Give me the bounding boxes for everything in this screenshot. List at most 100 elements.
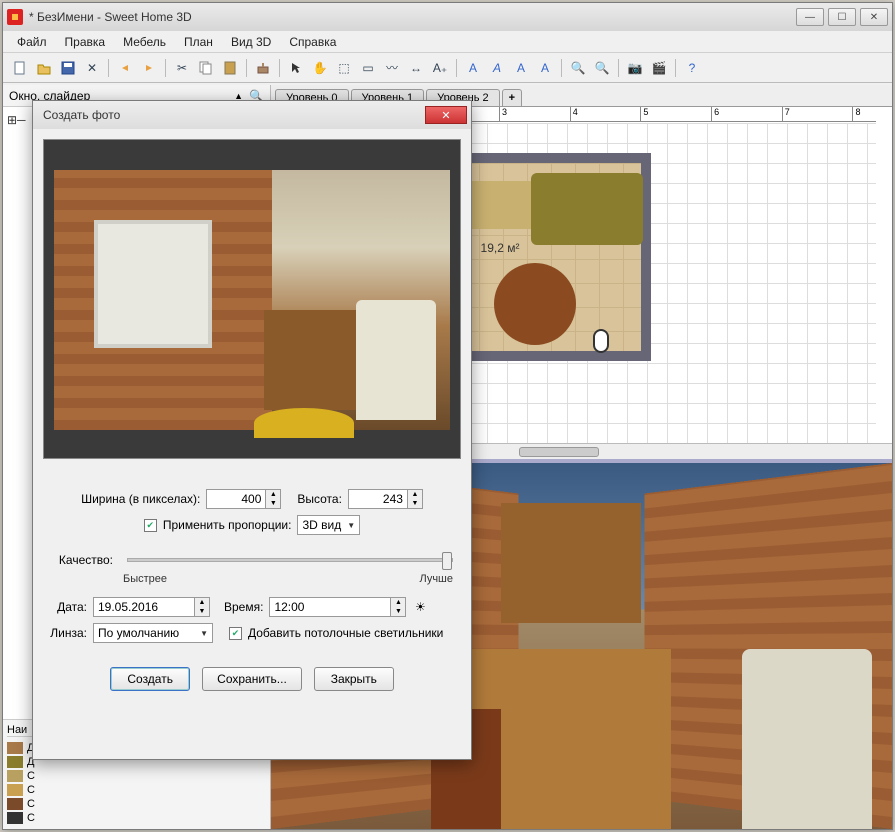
spin-up-icon[interactable]: ▲ — [391, 598, 405, 607]
polyline-tool-icon[interactable]: 〰 — [381, 57, 403, 79]
spin-up-icon[interactable]: ▲ — [266, 490, 280, 499]
time-label: Время: — [224, 600, 263, 614]
minimize-button[interactable]: — — [796, 8, 824, 26]
text-size-up-icon[interactable]: A — [510, 57, 532, 79]
add-furniture-icon[interactable] — [252, 57, 274, 79]
save-button[interactable]: Сохранить... — [202, 667, 302, 691]
copy-icon[interactable] — [195, 57, 217, 79]
help-icon[interactable]: ? — [681, 57, 703, 79]
width-spinner[interactable]: ▲▼ — [206, 489, 281, 509]
list-item[interactable]: С — [7, 811, 266, 825]
date-label: Дата: — [43, 600, 87, 614]
photo-icon[interactable]: 📷 — [624, 57, 646, 79]
chevron-down-icon: ▼ — [200, 629, 208, 638]
video-icon[interactable]: 🎬 — [648, 57, 670, 79]
create-photo-dialog: Создать фото ✕ Ширина (в пикселах): ▲▼ В… — [32, 100, 472, 760]
list-item[interactable]: С — [7, 783, 266, 797]
spin-down-icon[interactable]: ▼ — [408, 499, 422, 508]
spin-up-icon[interactable]: ▲ — [195, 598, 209, 607]
menu-plan[interactable]: План — [176, 33, 221, 51]
text-tool-icon[interactable]: A₊ — [429, 57, 451, 79]
dialog-form: Ширина (в пикселах): ▲▼ Высота: ▲▼ ✔ При… — [43, 489, 461, 691]
maximize-button[interactable]: ☐ — [828, 8, 856, 26]
slider-thumb[interactable] — [442, 552, 452, 570]
time-spinner[interactable]: ▲▼ — [269, 597, 406, 617]
titlebar: * БезИмени - Sweet Home 3D — ☐ ✕ — [3, 3, 892, 31]
height-input[interactable] — [349, 490, 407, 508]
room-tool-icon[interactable]: ▭ — [357, 57, 379, 79]
dimension-tool-icon[interactable]: ↔ — [405, 57, 427, 79]
camera-marker-icon[interactable] — [593, 329, 609, 353]
preview-table — [254, 408, 354, 438]
shelf-3d — [501, 503, 641, 623]
menu-edit[interactable]: Правка — [57, 33, 114, 51]
spin-up-icon[interactable]: ▲ — [408, 490, 422, 499]
preferences-icon[interactable]: ✕ — [81, 57, 103, 79]
width-input[interactable] — [207, 490, 265, 508]
close-button[interactable]: ✕ — [860, 8, 888, 26]
height-spinner[interactable]: ▲▼ — [348, 489, 423, 509]
date-spinner[interactable]: ▲▼ — [93, 597, 210, 617]
new-icon[interactable] — [9, 57, 31, 79]
catalog-collapse-icon[interactable]: ▲ — [234, 91, 243, 101]
photo-preview-render — [54, 170, 450, 430]
room-area-label: 19,2 м² — [481, 241, 520, 255]
undo-icon[interactable] — [114, 57, 136, 79]
redo-icon[interactable] — [138, 57, 160, 79]
spin-down-icon[interactable]: ▼ — [266, 499, 280, 508]
apply-ratio-checkbox[interactable]: ✔ — [144, 519, 157, 532]
ratio-dropdown-value: 3D вид — [302, 518, 341, 532]
menu-help[interactable]: Справка — [281, 33, 344, 51]
date-input[interactable] — [94, 598, 194, 616]
text-bold-icon[interactable]: A — [462, 57, 484, 79]
list-item[interactable]: С — [7, 769, 266, 783]
tab-add-level[interactable]: + — [502, 89, 522, 106]
menu-file[interactable]: Файл — [9, 33, 55, 51]
spin-down-icon[interactable]: ▼ — [195, 607, 209, 616]
ceiling-lights-checkbox[interactable]: ✔ — [229, 627, 242, 640]
text-italic-icon[interactable]: A — [486, 57, 508, 79]
furniture-sofa[interactable] — [531, 173, 643, 245]
wall-tool-icon[interactable]: ⬚ — [333, 57, 355, 79]
sun-icon[interactable]: ☀ — [412, 599, 428, 615]
window-buttons: — ☐ ✕ — [796, 8, 888, 26]
quality-best-label: Лучше — [419, 573, 453, 585]
zoom-in-icon[interactable]: 🔍 — [567, 57, 589, 79]
window-title: * БезИмени - Sweet Home 3D — [29, 10, 796, 24]
dialog-title: Создать фото — [37, 108, 425, 122]
scroll-thumb[interactable] — [519, 447, 599, 457]
dialog-close-button[interactable]: ✕ — [425, 106, 467, 124]
dialog-buttons: Создать Сохранить... Закрыть — [43, 667, 461, 691]
dialog-body: Ширина (в пикселах): ▲▼ Высота: ▲▼ ✔ При… — [33, 129, 471, 701]
apply-ratio-label: Применить пропорции: — [163, 518, 292, 532]
height-label: Высота: — [297, 492, 342, 506]
quality-slider[interactable] — [127, 558, 453, 562]
preview-window — [94, 220, 212, 348]
text-size-down-icon[interactable]: A — [534, 57, 556, 79]
quality-label: Качество: — [43, 553, 113, 567]
menu-view3d[interactable]: Вид 3D — [223, 33, 279, 51]
list-item[interactable]: С — [7, 797, 266, 811]
pan-tool-icon[interactable]: ✋ — [309, 57, 331, 79]
menu-furniture[interactable]: Мебель — [115, 33, 174, 51]
ceiling-lights-label: Добавить потолочные светильники — [248, 626, 443, 640]
spin-down-icon[interactable]: ▼ — [391, 607, 405, 616]
time-input[interactable] — [270, 598, 390, 616]
zoom-out-icon[interactable]: 🔍 — [591, 57, 613, 79]
furniture-table[interactable] — [494, 263, 576, 345]
save-icon[interactable] — [57, 57, 79, 79]
select-tool-icon[interactable] — [285, 57, 307, 79]
width-label: Ширина (в пикселах): — [81, 492, 200, 506]
paste-icon[interactable] — [219, 57, 241, 79]
create-button[interactable]: Создать — [110, 667, 190, 691]
quality-fast-label: Быстрее — [123, 573, 167, 585]
dialog-titlebar: Создать фото ✕ — [33, 101, 471, 129]
menubar: Файл Правка Мебель План Вид 3D Справка — [3, 31, 892, 53]
open-icon[interactable] — [33, 57, 55, 79]
close-button[interactable]: Закрыть — [314, 667, 394, 691]
cut-icon[interactable]: ✂ — [171, 57, 193, 79]
lens-dropdown-value: По умолчанию — [98, 626, 194, 640]
lens-dropdown[interactable]: По умолчанию ▼ — [93, 623, 213, 643]
photo-preview — [43, 139, 461, 459]
ratio-dropdown[interactable]: 3D вид ▼ — [297, 515, 360, 535]
